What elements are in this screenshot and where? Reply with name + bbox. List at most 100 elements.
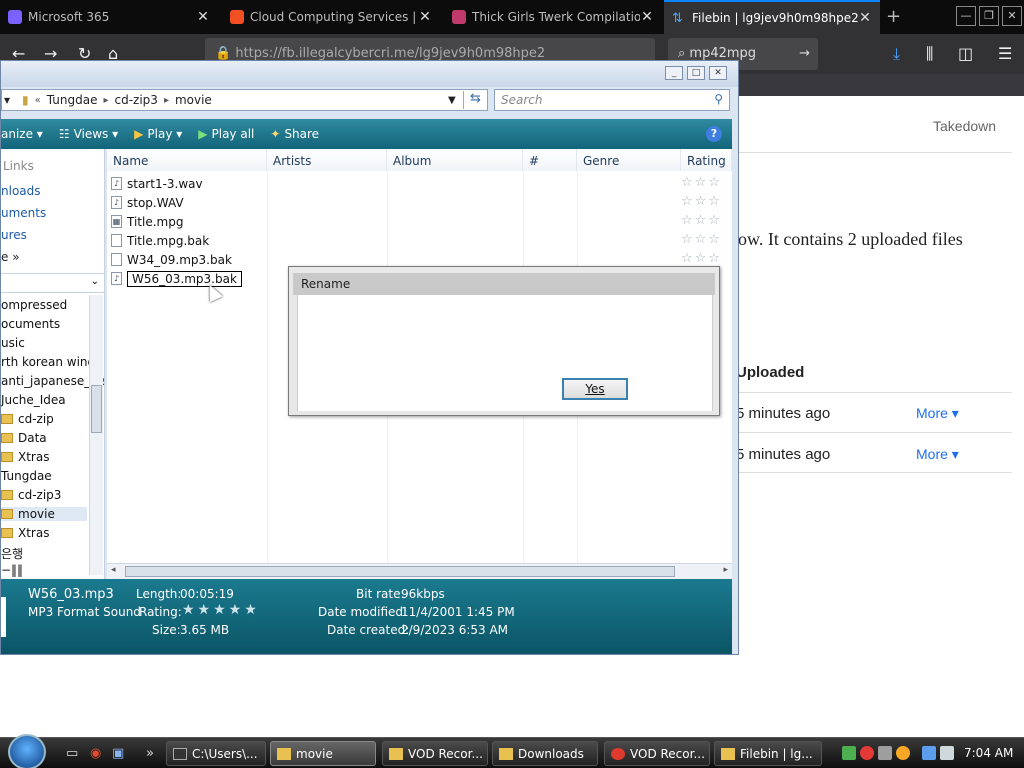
taskbar-clock[interactable]: 7:04 AM: [964, 746, 1013, 760]
rating-stars[interactable]: ★★★★★: [182, 602, 260, 618]
rating-stars[interactable]: ☆☆☆: [681, 175, 722, 190]
tab-filebin[interactable]: ⇅ Filebin | lg9jev9h0m98hpe2 ✕: [664, 0, 880, 34]
tray-search-icon[interactable]: [896, 746, 910, 760]
takedown-link[interactable]: Takedown: [933, 118, 996, 134]
column-rating[interactable]: Rating: [681, 149, 732, 171]
column-genre[interactable]: Genre: [577, 149, 681, 171]
taskbar-filebin[interactable]: Filebin | lg...: [714, 741, 822, 766]
breadcrumb-overflow[interactable]: «: [35, 95, 41, 106]
close-tab-icon[interactable]: ✕: [640, 9, 654, 25]
column-album[interactable]: Album: [387, 149, 523, 171]
folder-cd-zip[interactable]: cd-zip: [1, 412, 54, 426]
close-tab-icon[interactable]: ✕: [418, 9, 432, 25]
new-tab-icon[interactable]: +: [886, 6, 901, 27]
breadcrumb-separator[interactable]: ▸: [103, 95, 108, 106]
breadcrumb-tungdae[interactable]: Tungdae: [47, 93, 98, 107]
close-tab-icon[interactable]: ✕: [858, 10, 872, 26]
folder-tungdae[interactable]: Tungdae: [1, 469, 52, 483]
breadcrumb-cd-zip3[interactable]: cd-zip3: [115, 93, 158, 107]
column-name[interactable]: Name: [107, 149, 267, 171]
rating-stars[interactable]: ☆☆☆: [681, 213, 722, 228]
start-button[interactable]: [8, 734, 46, 768]
views-button[interactable]: ☷ Views ▾: [59, 127, 118, 141]
file-row[interactable]: ♪ stop.WAV: [111, 193, 184, 212]
search-icon[interactable]: ⚲: [714, 92, 723, 106]
maximize-icon[interactable]: □: [687, 66, 705, 80]
play-all-button[interactable]: ▶ Play all: [198, 127, 254, 141]
organize-button[interactable]: anize ▾: [1, 127, 43, 141]
close-icon[interactable]: ✕: [709, 66, 727, 80]
folder-compressed[interactable]: ompressed: [1, 298, 67, 312]
minimize-icon[interactable]: —: [956, 6, 976, 26]
file-row-renaming[interactable]: ♪ W56_03.mp3.bak: [111, 269, 242, 288]
nav-scroll-thumb[interactable]: [91, 385, 102, 433]
volume-icon[interactable]: [940, 746, 954, 760]
share-button[interactable]: ✦ Share: [270, 127, 319, 141]
scroll-left-icon[interactable]: ◂: [111, 565, 116, 575]
nav-link-downloads[interactable]: nloads: [1, 184, 41, 198]
close-window-icon[interactable]: ✕: [1002, 6, 1022, 26]
folder-north-korean[interactable]: rth korean wind: [1, 355, 95, 369]
column-artists[interactable]: Artists: [267, 149, 387, 171]
folder-music[interactable]: usic: [1, 336, 25, 350]
help-icon[interactable]: ?: [706, 126, 722, 142]
nav-link-pictures[interactable]: ures: [1, 228, 27, 242]
folder-cd-zip3[interactable]: cd-zip3: [1, 488, 61, 502]
address-bar[interactable]: ▾ ▮ « Tungdae ▸ cd-zip3 ▸ movie ▼: [1, 89, 488, 111]
play-button[interactable]: ▶ Play ▾: [134, 127, 182, 141]
file-row[interactable]: ♪ start1-3.wav: [111, 174, 203, 193]
folder-korean[interactable]: 은행: [1, 545, 23, 562]
go-arrow-icon[interactable]: →: [799, 46, 810, 61]
folder-truncated[interactable]: −‖‖: [1, 563, 23, 577]
tray-security-icon[interactable]: [860, 746, 874, 760]
rating-stars[interactable]: ☆☆☆: [681, 232, 722, 247]
folder-xtras-2[interactable]: Xtras: [1, 526, 49, 540]
folders-bar[interactable]: ⌄: [1, 273, 104, 293]
folder-data[interactable]: Data: [1, 431, 47, 445]
folder-documents[interactable]: ocuments: [1, 317, 60, 331]
taskbar-cmd[interactable]: C:\Users\...: [166, 741, 266, 766]
taskbar-vod-recorder[interactable]: VOD Recor...: [382, 741, 488, 766]
network-icon[interactable]: [922, 746, 936, 760]
more-dropdown[interactable]: More ▾: [916, 446, 959, 463]
downloads-icon[interactable]: ⤓: [893, 44, 900, 64]
scroll-right-icon[interactable]: ▸: [723, 565, 728, 575]
nav-scrollbar[interactable]: [89, 295, 103, 575]
explorer-search-input[interactable]: Search ⚲: [494, 89, 730, 111]
file-row[interactable]: Title.mpg.bak: [111, 231, 209, 250]
horizontal-scroll-thumb[interactable]: [125, 566, 675, 577]
nav-dropdown-icon[interactable]: ▾: [4, 93, 10, 107]
nav-link-documents[interactable]: uments: [1, 206, 46, 220]
sidebar-icon[interactable]: ◫: [958, 44, 973, 63]
close-tab-icon[interactable]: ✕: [196, 9, 210, 25]
dialog-title[interactable]: Rename: [293, 273, 715, 295]
restore-icon[interactable]: ❐: [979, 6, 999, 26]
tray-app-icon[interactable]: [842, 746, 856, 760]
explorer-titlebar[interactable]: _ □ ✕: [1, 61, 738, 87]
minimize-icon[interactable]: _: [665, 66, 683, 80]
more-dropdown[interactable]: More ▾: [916, 405, 959, 422]
taskbar-movie[interactable]: movie: [270, 741, 376, 766]
tray-disk-icon[interactable]: [878, 746, 892, 760]
tab-video[interactable]: Thick Girls Twerk Compilation ✕: [444, 0, 662, 34]
horizontal-scrollbar[interactable]: ◂ ▸: [107, 563, 732, 579]
folder-juche-idea[interactable]: Juche_Idea: [1, 393, 66, 407]
breadcrumb-movie[interactable]: movie: [175, 93, 212, 107]
folder-xtras[interactable]: Xtras: [1, 450, 49, 464]
tab-microsoft-365[interactable]: Microsoft 365 ✕: [0, 0, 218, 34]
address-dropdown-icon[interactable]: ▼: [448, 95, 456, 106]
refresh-icon[interactable]: ⇆: [463, 91, 487, 109]
quicklaunch-overflow-icon[interactable]: »: [146, 746, 154, 761]
browser-quicklaunch-icon[interactable]: ◉: [90, 746, 101, 761]
folder-movie[interactable]: movie: [1, 507, 87, 521]
file-row[interactable]: W34_09.mp3.bak: [111, 250, 232, 269]
file-row[interactable]: ▦ Title.mpg: [111, 212, 183, 231]
library-icon[interactable]: ⫼: [926, 44, 933, 64]
rename-input[interactable]: W56_03.mp3.bak: [127, 270, 242, 287]
column-number[interactable]: #: [523, 149, 577, 171]
tab-cloud-computing[interactable]: Cloud Computing Services | ✕: [222, 0, 440, 34]
rating-stars[interactable]: ☆☆☆: [681, 251, 722, 266]
rating-stars[interactable]: ☆☆☆: [681, 194, 722, 209]
switch-windows-icon[interactable]: ▣: [112, 746, 124, 761]
breadcrumb-separator[interactable]: ▸: [164, 95, 169, 106]
